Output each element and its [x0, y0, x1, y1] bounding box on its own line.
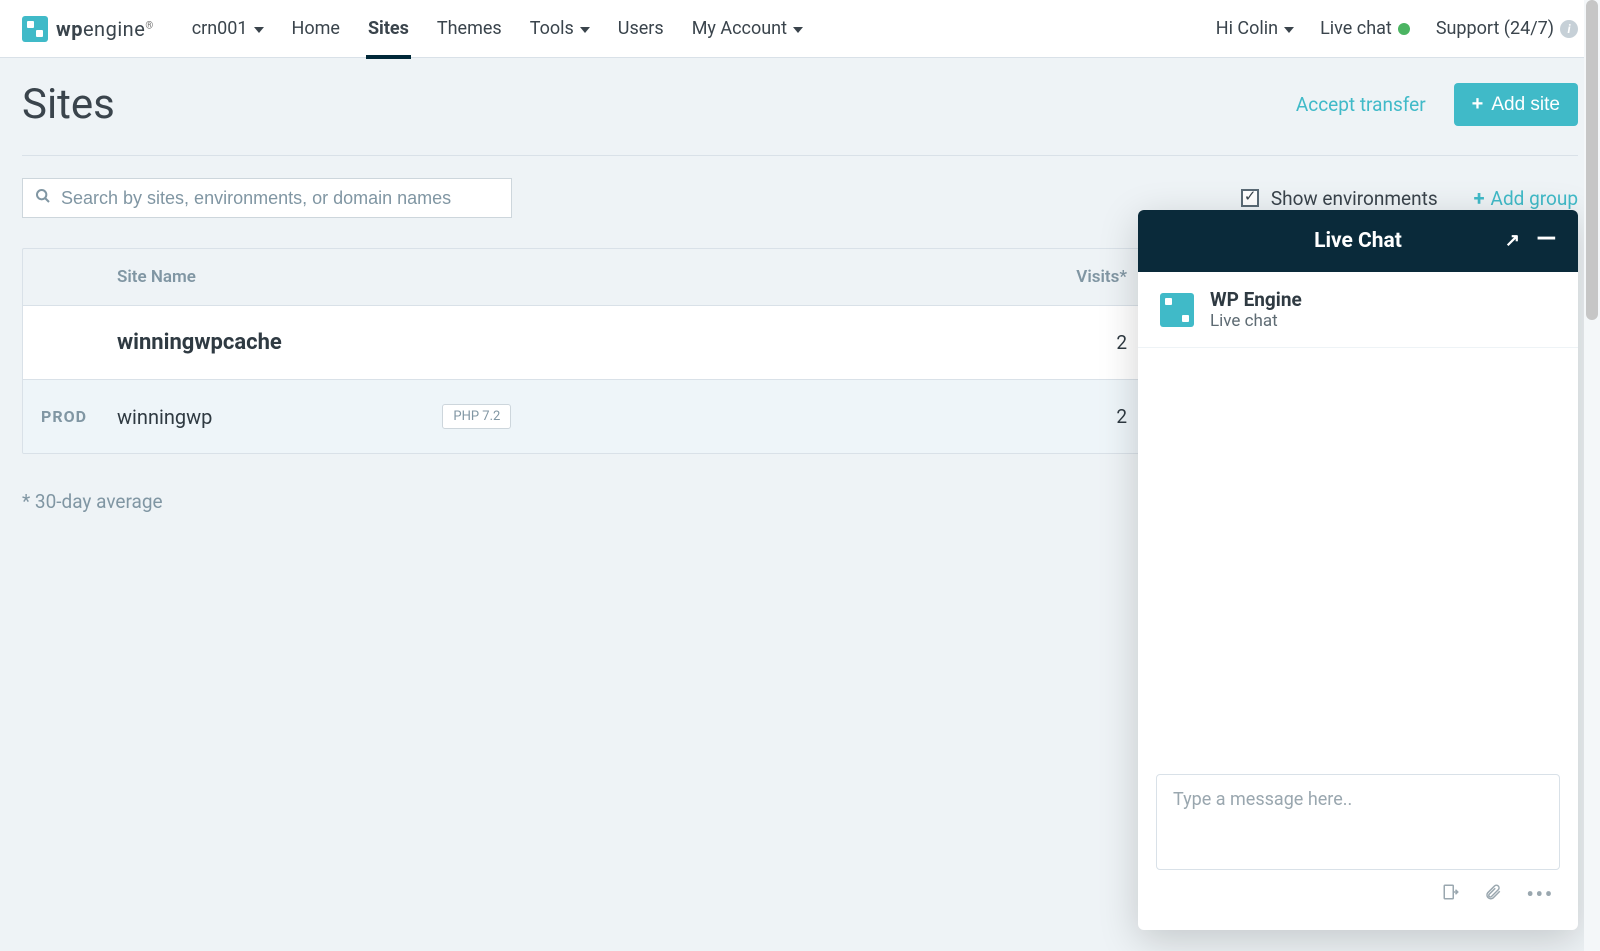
chat-input-area: ••• [1138, 756, 1578, 930]
exit-chat-icon[interactable] [1442, 882, 1460, 906]
env-visits: 2 [987, 405, 1127, 428]
search-right: Show environments + Add group [1241, 186, 1578, 210]
more-options-icon[interactable]: ••• [1526, 882, 1554, 906]
chat-messages-area [1138, 348, 1578, 756]
nav-tools[interactable]: Tools [530, 0, 590, 58]
chevron-down-icon [1284, 27, 1294, 33]
env-name[interactable]: winningwp [117, 405, 212, 429]
search-box[interactable] [22, 178, 512, 218]
live-chat-widget: Live Chat ↗ — WP Engine Live chat ••• [1138, 210, 1578, 930]
nav-my-account[interactable]: My Account [692, 0, 803, 58]
chat-message-input[interactable] [1156, 774, 1560, 870]
nav-home[interactable]: Home [292, 0, 340, 58]
scrollbar-thumb[interactable] [1586, 0, 1598, 320]
logo-mark-icon [22, 16, 48, 42]
nav-left: crn001 Home Sites Themes Tools Users My … [192, 0, 803, 58]
account-selector[interactable]: crn001 [192, 0, 264, 58]
php-version-tag: PHP 7.2 [442, 404, 511, 429]
page-header: Sites Accept transfer + Add site [22, 80, 1578, 156]
site-name: winningwpcache [117, 330, 987, 355]
chat-brand-subtitle: Live chat [1210, 311, 1302, 331]
account-selector-label: crn001 [192, 0, 248, 58]
add-site-button[interactable]: + Add site [1454, 83, 1578, 126]
nav-themes[interactable]: Themes [437, 0, 502, 58]
col-site-name[interactable]: Site Name [117, 267, 987, 287]
chat-tool-icons: ••• [1156, 882, 1560, 912]
chat-header: Live Chat ↗ — [1138, 210, 1578, 272]
chat-title: Live Chat [1314, 229, 1402, 253]
env-name-cell: winningwp PHP 7.2 [117, 404, 987, 429]
minimize-icon[interactable]: — [1536, 224, 1556, 254]
chevron-down-icon [793, 27, 803, 33]
page-scrollbar[interactable] [1584, 0, 1600, 951]
info-icon: i [1560, 20, 1578, 38]
chevron-down-icon [580, 27, 590, 33]
live-chat-link[interactable]: Live chat [1320, 0, 1410, 58]
expand-icon[interactable]: ↗ [1505, 230, 1520, 251]
add-group-link[interactable]: + Add group [1474, 186, 1578, 210]
show-environments-label: Show environments [1271, 187, 1438, 210]
show-environments-toggle[interactable]: Show environments [1241, 187, 1438, 210]
nav-sites[interactable]: Sites [368, 0, 409, 58]
site-visits: 2 [987, 331, 1127, 354]
add-site-label: Add site [1491, 94, 1560, 116]
status-online-icon [1398, 23, 1410, 35]
search-icon [35, 188, 51, 208]
search-input[interactable] [61, 188, 499, 209]
env-label: PROD [33, 407, 117, 426]
header-actions: Accept transfer + Add site [1296, 83, 1578, 126]
brand-name: wpengine® [56, 17, 154, 41]
top-nav: wpengine® crn001 Home Sites Themes Tools… [0, 0, 1600, 58]
logo-mark-icon [1160, 293, 1194, 327]
accept-transfer-link[interactable]: Accept transfer [1296, 93, 1426, 116]
chat-brand-title: WP Engine [1210, 288, 1302, 311]
chevron-down-icon [254, 27, 264, 33]
plus-icon: + [1474, 186, 1485, 210]
page-title: Sites [22, 80, 115, 129]
nav-right: Hi Colin Live chat Support (24/7) i [1216, 0, 1578, 58]
plus-icon: + [1472, 93, 1484, 116]
nav-users[interactable]: Users [618, 0, 664, 58]
brand-logo[interactable]: wpengine® [22, 16, 154, 42]
user-greeting[interactable]: Hi Colin [1216, 0, 1294, 58]
checkbox-icon [1241, 189, 1259, 207]
col-visits[interactable]: Visits* [987, 267, 1127, 287]
attach-file-icon[interactable] [1484, 882, 1502, 906]
chat-brand-row: WP Engine Live chat [1138, 272, 1578, 348]
support-link[interactable]: Support (24/7) i [1436, 0, 1578, 58]
